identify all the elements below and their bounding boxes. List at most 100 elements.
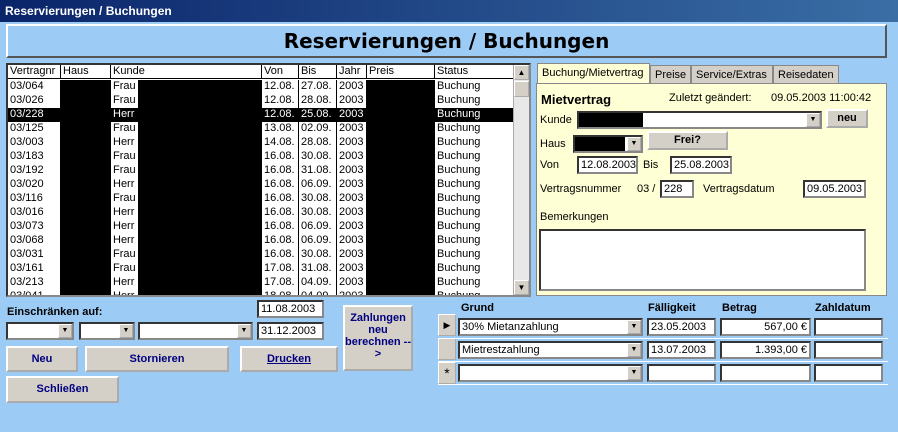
table-cell: Buchung — [437, 206, 481, 218]
table-row[interactable]: 03/031 Frau 16.08. 30.08. 2003 Buchung — [8, 248, 517, 262]
new-row-icon[interactable]: * — [438, 362, 456, 384]
table-row[interactable]: 03/183 Frau 16.08. 30.08. 2003 Buchung — [8, 150, 517, 164]
close-button[interactable]: Schließen — [6, 376, 119, 403]
chevron-down-icon[interactable]: ▼ — [58, 324, 72, 338]
table-row[interactable]: 03/020 Herr 16.08. 06.09. 2003 Buchung — [8, 178, 517, 192]
new-customer-button[interactable]: neu — [826, 109, 868, 128]
table-row[interactable]: 03/116 Frau 16.08. 30.08. 2003 Buchung — [8, 192, 517, 206]
table-cell: Buchung — [437, 164, 481, 176]
von-input[interactable]: 12.08.2003 — [577, 156, 638, 174]
bemerkungen-label: Bemerkungen — [540, 211, 609, 223]
bemerkungen-textarea[interactable] — [539, 229, 866, 291]
redacted-cell — [367, 248, 435, 262]
payment-grund-combo[interactable]: 30% Mietanzahlung ▼ — [458, 318, 643, 336]
payments-header-betrag: Betrag — [722, 302, 757, 314]
table-cell: 2003 — [337, 150, 367, 164]
haus-combo[interactable]: ▼ — [573, 135, 643, 153]
payment-betrag-input[interactable]: 567,00 € — [720, 318, 811, 336]
table-row[interactable]: 03/125 Frau 13.08. 02.09. 2003 Buchung — [8, 122, 517, 136]
payment-zahldatum-input[interactable] — [814, 318, 883, 336]
haus-value-redacted — [575, 137, 625, 151]
filter-combo-3[interactable]: ▼ — [138, 322, 253, 340]
table-row[interactable]: 03/041 Herr 18.08. 04.09. 2003 Buchung — [8, 290, 517, 295]
table-cell: 03/064 — [8, 80, 61, 94]
payment-faellig-input[interactable] — [647, 364, 716, 382]
table-row[interactable]: 03/068 Herr 16.08. 06.09. 2003 Buchung — [8, 234, 517, 248]
table-cell: 16.08. — [262, 220, 299, 234]
payment-zahldatum-input[interactable] — [814, 364, 883, 382]
filter-date-to[interactable]: 31.12.2003 — [257, 322, 324, 340]
scroll-up-icon[interactable]: ▲ — [514, 65, 529, 80]
table-cell: Buchung — [437, 276, 481, 288]
table-cell: Herr — [111, 276, 262, 290]
row-divider — [438, 361, 888, 362]
current-row-icon[interactable]: ▶ — [438, 314, 456, 336]
bis-input[interactable]: 25.08.2003 — [670, 156, 732, 174]
table-cell: 03/016 — [8, 206, 61, 220]
table-cell: 2003 — [337, 192, 367, 206]
scroll-thumb[interactable] — [514, 81, 529, 97]
cancel-booking-button[interactable]: Stornieren — [85, 346, 229, 372]
chevron-down-icon[interactable]: ▼ — [627, 137, 641, 151]
tab-reisedaten[interactable]: Reisedaten — [773, 65, 839, 84]
chevron-down-icon[interactable]: ▼ — [806, 113, 820, 127]
table-row[interactable]: 03/228 Herr 12.08. 25.08. 2003 Buchung — [8, 108, 517, 122]
table-cell: Herr — [111, 136, 262, 150]
vertragsnummer-input[interactable]: 228 — [660, 180, 694, 198]
payment-grund-combo[interactable]: Mietrestzahlung ▼ — [458, 341, 643, 359]
print-button[interactable]: Drucken — [240, 346, 338, 372]
chevron-down-icon[interactable]: ▼ — [237, 324, 251, 338]
redacted-cell — [138, 220, 261, 234]
table-cell: 2003 — [337, 248, 367, 262]
table-cell: 16.08. — [262, 178, 299, 192]
table-cell: Frau — [111, 248, 262, 262]
col-header-von: Von — [262, 65, 299, 78]
payment-betrag-input[interactable]: 1.393,00 € — [720, 341, 811, 359]
redacted-cell — [138, 234, 261, 248]
redacted-cell — [138, 136, 261, 150]
chevron-down-icon[interactable]: ▼ — [627, 320, 641, 334]
check-availability-button[interactable]: Frei? — [647, 131, 728, 150]
recalculate-payments-button[interactable]: Zahlungen neu berechnen --> — [343, 305, 413, 371]
bookings-list[interactable]: Vertragnr Haus Kunde Von Bis Jahr Preis … — [6, 63, 531, 297]
chevron-down-icon[interactable]: ▼ — [627, 366, 641, 380]
table-row[interactable]: 03/026 Frau 12.08. 28.08. 2003 Buchung — [8, 94, 517, 108]
payment-faellig-input[interactable]: 23.05.2003 — [647, 318, 716, 336]
row-selector[interactable] — [438, 338, 456, 360]
chevron-down-icon[interactable]: ▼ — [119, 324, 133, 338]
table-row[interactable]: 03/073 Herr 16.08. 06.09. 2003 Buchung — [8, 220, 517, 234]
tab-buchung[interactable]: Buchung/Mietvertrag — [537, 63, 650, 84]
table-cell: 2003 — [337, 276, 367, 290]
table-cell: 16.08. — [262, 234, 299, 248]
table-row[interactable]: 03/161 Frau 17.08. 31.08. 2003 Buchung — [8, 262, 517, 276]
scroll-down-icon[interactable]: ▼ — [514, 280, 529, 295]
table-row[interactable]: 03/192 Frau 16.08. 31.08. 2003 Buchung — [8, 164, 517, 178]
redacted-cell — [367, 150, 435, 164]
tab-preise[interactable]: Preise — [650, 65, 691, 84]
redacted-cell — [61, 290, 111, 295]
table-cell: 03/003 — [8, 136, 61, 150]
table-cell: Frau — [111, 262, 262, 276]
filter-date-from[interactable]: 11.08.2003 — [257, 300, 324, 318]
redacted-cell — [367, 108, 435, 122]
table-cell: 16.08. — [262, 164, 299, 178]
filter-combo-1[interactable]: ▼ — [6, 322, 74, 340]
kunde-combo[interactable]: ▼ — [577, 111, 822, 129]
payment-zahldatum-input[interactable] — [814, 341, 883, 359]
redacted-cell — [61, 122, 111, 136]
table-row[interactable]: 03/213 Herr 17.08. 04.09. 2003 Buchung — [8, 276, 517, 290]
chevron-down-icon[interactable]: ▼ — [627, 343, 641, 357]
payment-grund-combo[interactable]: ▼ — [458, 364, 643, 382]
table-cell: Buchung — [437, 234, 481, 246]
vertragsdatum-input[interactable]: 09.05.2003 — [803, 180, 866, 198]
payment-betrag-input[interactable] — [720, 364, 811, 382]
new-button[interactable]: Neu — [6, 346, 78, 372]
filter-combo-2[interactable]: ▼ — [79, 322, 135, 340]
payment-faellig-input[interactable]: 13.07.2003 — [647, 341, 716, 359]
table-cell: Frau — [111, 94, 262, 108]
tab-service[interactable]: Service/Extras — [691, 65, 773, 84]
list-scrollbar[interactable]: ▲ ▼ — [513, 65, 529, 295]
table-row[interactable]: 03/064 Frau 12.08. 27.08. 2003 Buchung — [8, 80, 517, 94]
table-row[interactable]: 03/016 Herr 16.08. 30.08. 2003 Buchung — [8, 206, 517, 220]
table-row[interactable]: 03/003 Herr 14.08. 28.08. 2003 Buchung — [8, 136, 517, 150]
